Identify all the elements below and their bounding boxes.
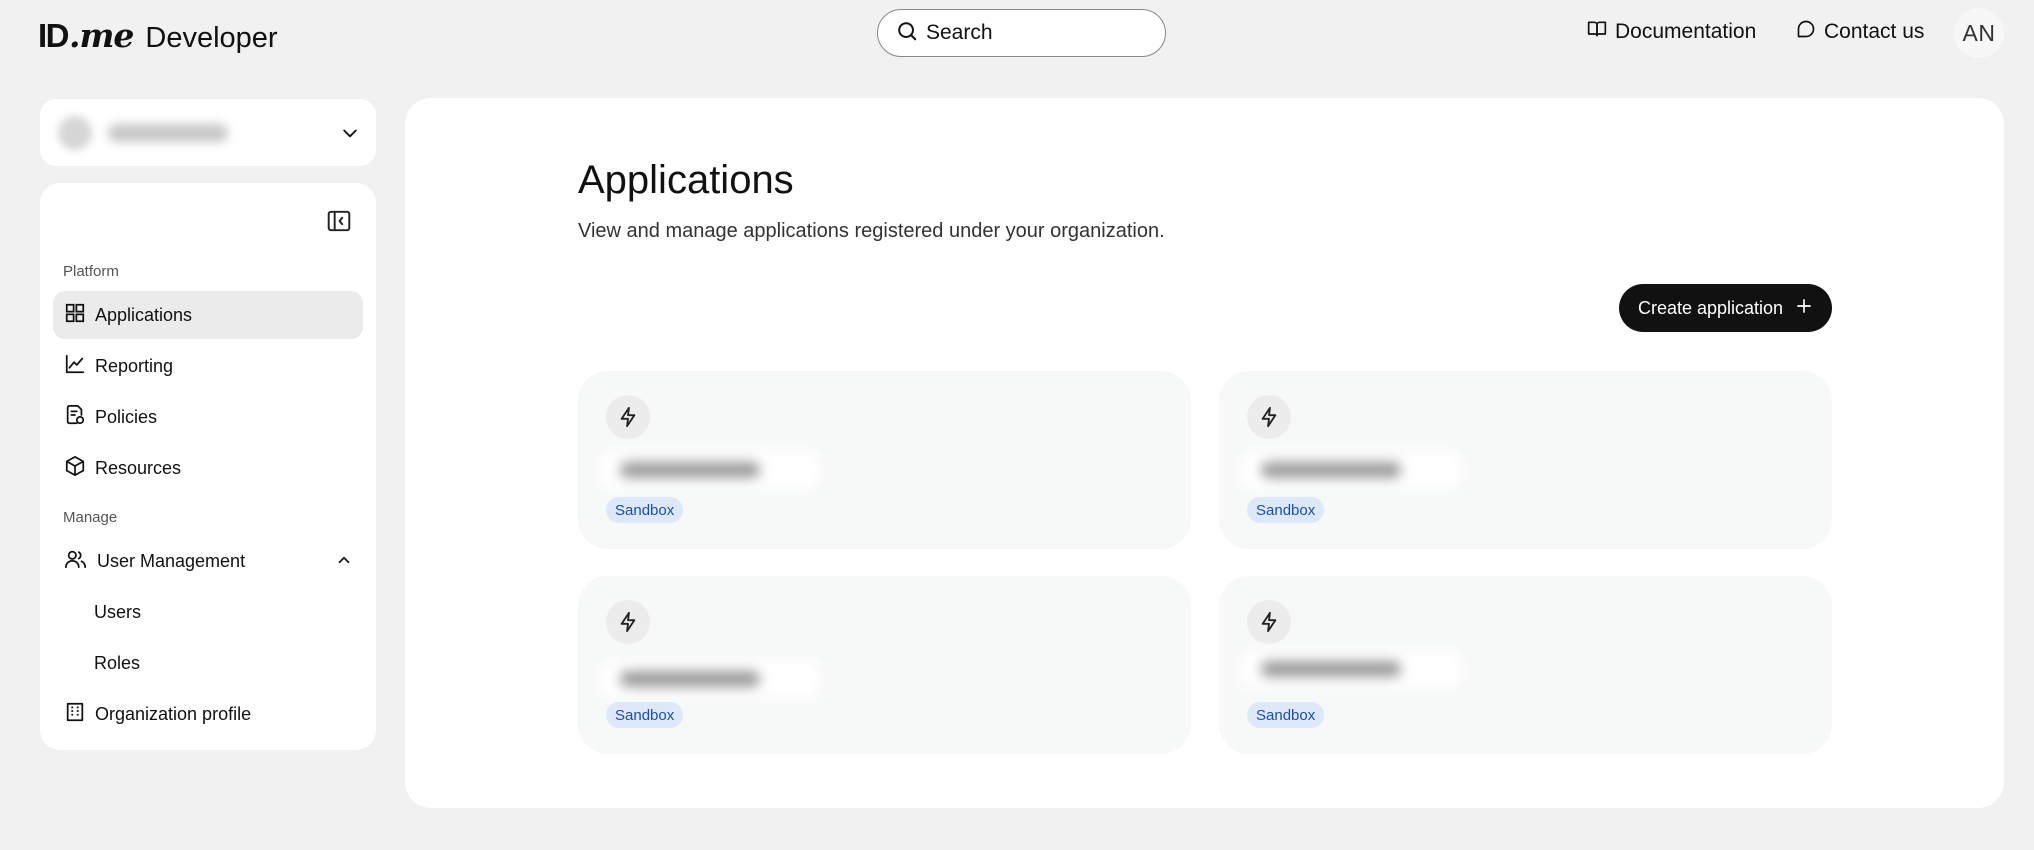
application-name-redacted <box>600 451 820 489</box>
grid-icon <box>64 302 86 329</box>
sidebar-item-roles[interactable]: Roles <box>53 639 363 687</box>
create-application-button[interactable]: Create application <box>1619 284 1832 332</box>
section-label-platform: Platform <box>63 263 119 280</box>
chat-icon <box>1796 19 1816 45</box>
sidebar-item-reporting[interactable]: Reporting <box>53 342 363 390</box>
chevron-up-icon <box>335 551 353 574</box>
sidebar-item-label: Organization profile <box>95 703 252 724</box>
chart-line-icon <box>64 353 86 380</box>
users-icon <box>64 548 88 575</box>
policy-document-icon <box>64 404 86 431</box>
logo-product-name: Developer <box>145 22 278 54</box>
plus-icon <box>1795 297 1813 320</box>
application-card[interactable]: Sandbox <box>578 371 1191 549</box>
building-icon <box>64 701 86 728</box>
user-avatar[interactable]: AN <box>1954 8 2004 58</box>
sidebar-item-policies[interactable]: Policies <box>53 393 363 441</box>
main-content: Applications View and manage application… <box>405 98 2004 808</box>
application-card[interactable]: Sandbox <box>578 576 1191 754</box>
chevron-down-icon <box>340 123 360 148</box>
search-input[interactable] <box>926 21 1126 45</box>
sidebar-item-resources[interactable]: Resources <box>53 444 363 492</box>
page-description: View and manage applications registered … <box>578 220 1165 242</box>
environment-badge: Sandbox <box>1247 497 1325 523</box>
lightning-icon <box>606 600 650 644</box>
environment-badge: Sandbox <box>606 497 684 523</box>
logo-id: ID <box>38 17 70 54</box>
search-box[interactable] <box>877 9 1166 57</box>
documentation-label: Documentation <box>1615 20 1757 43</box>
contact-us-label: Contact us <box>1824 20 1925 43</box>
idme-logo[interactable]: ID .me Developer <box>38 16 278 55</box>
sidebar-item-label: Reporting <box>95 355 174 376</box>
cube-icon <box>64 455 86 482</box>
organization-switcher[interactable] <box>40 99 376 166</box>
sidebar-item-label: User Management <box>97 550 246 571</box>
book-icon <box>1587 19 1607 45</box>
application-name-redacted <box>600 660 820 698</box>
environment-badge: Sandbox <box>606 702 684 728</box>
sidebar-item-label: Roles <box>94 652 141 673</box>
search-icon <box>896 20 918 47</box>
sidebar-item-label: Policies <box>95 406 158 427</box>
create-application-label: Create application <box>1637 297 1784 318</box>
application-card[interactable]: Sandbox <box>1219 576 1832 754</box>
organization-avatar <box>58 115 92 150</box>
lightning-icon <box>606 395 650 439</box>
sidebar-item-users[interactable]: Users <box>53 588 363 636</box>
application-card[interactable]: Sandbox <box>1219 371 1832 549</box>
sidebar: Platform Applications Reporting Policies… <box>40 183 376 750</box>
organization-name-redacted <box>108 123 228 142</box>
top-header: ID .me Developer Documentation Contact u… <box>0 0 2034 66</box>
sidebar-item-organization-profile[interactable]: Organization profile <box>53 690 363 738</box>
section-label-manage: Manage <box>63 509 118 526</box>
sidebar-item-label: Applications <box>95 304 193 325</box>
application-name-redacted <box>1241 650 1461 688</box>
sidebar-collapse-icon[interactable] <box>326 208 352 239</box>
contact-us-link[interactable]: Contact us <box>1796 19 1924 45</box>
sidebar-item-label: Resources <box>95 457 182 478</box>
lightning-icon <box>1247 600 1291 644</box>
sidebar-item-user-management[interactable]: User Management <box>53 537 363 585</box>
sidebar-item-label: Users <box>94 601 142 622</box>
environment-badge: Sandbox <box>1247 702 1325 728</box>
lightning-icon <box>1247 395 1291 439</box>
documentation-link[interactable]: Documentation <box>1587 19 1756 45</box>
application-name-redacted <box>1241 451 1461 489</box>
sidebar-item-applications[interactable]: Applications <box>53 291 363 339</box>
logo-me: .me <box>69 16 134 55</box>
page-title: Applications <box>578 158 794 202</box>
